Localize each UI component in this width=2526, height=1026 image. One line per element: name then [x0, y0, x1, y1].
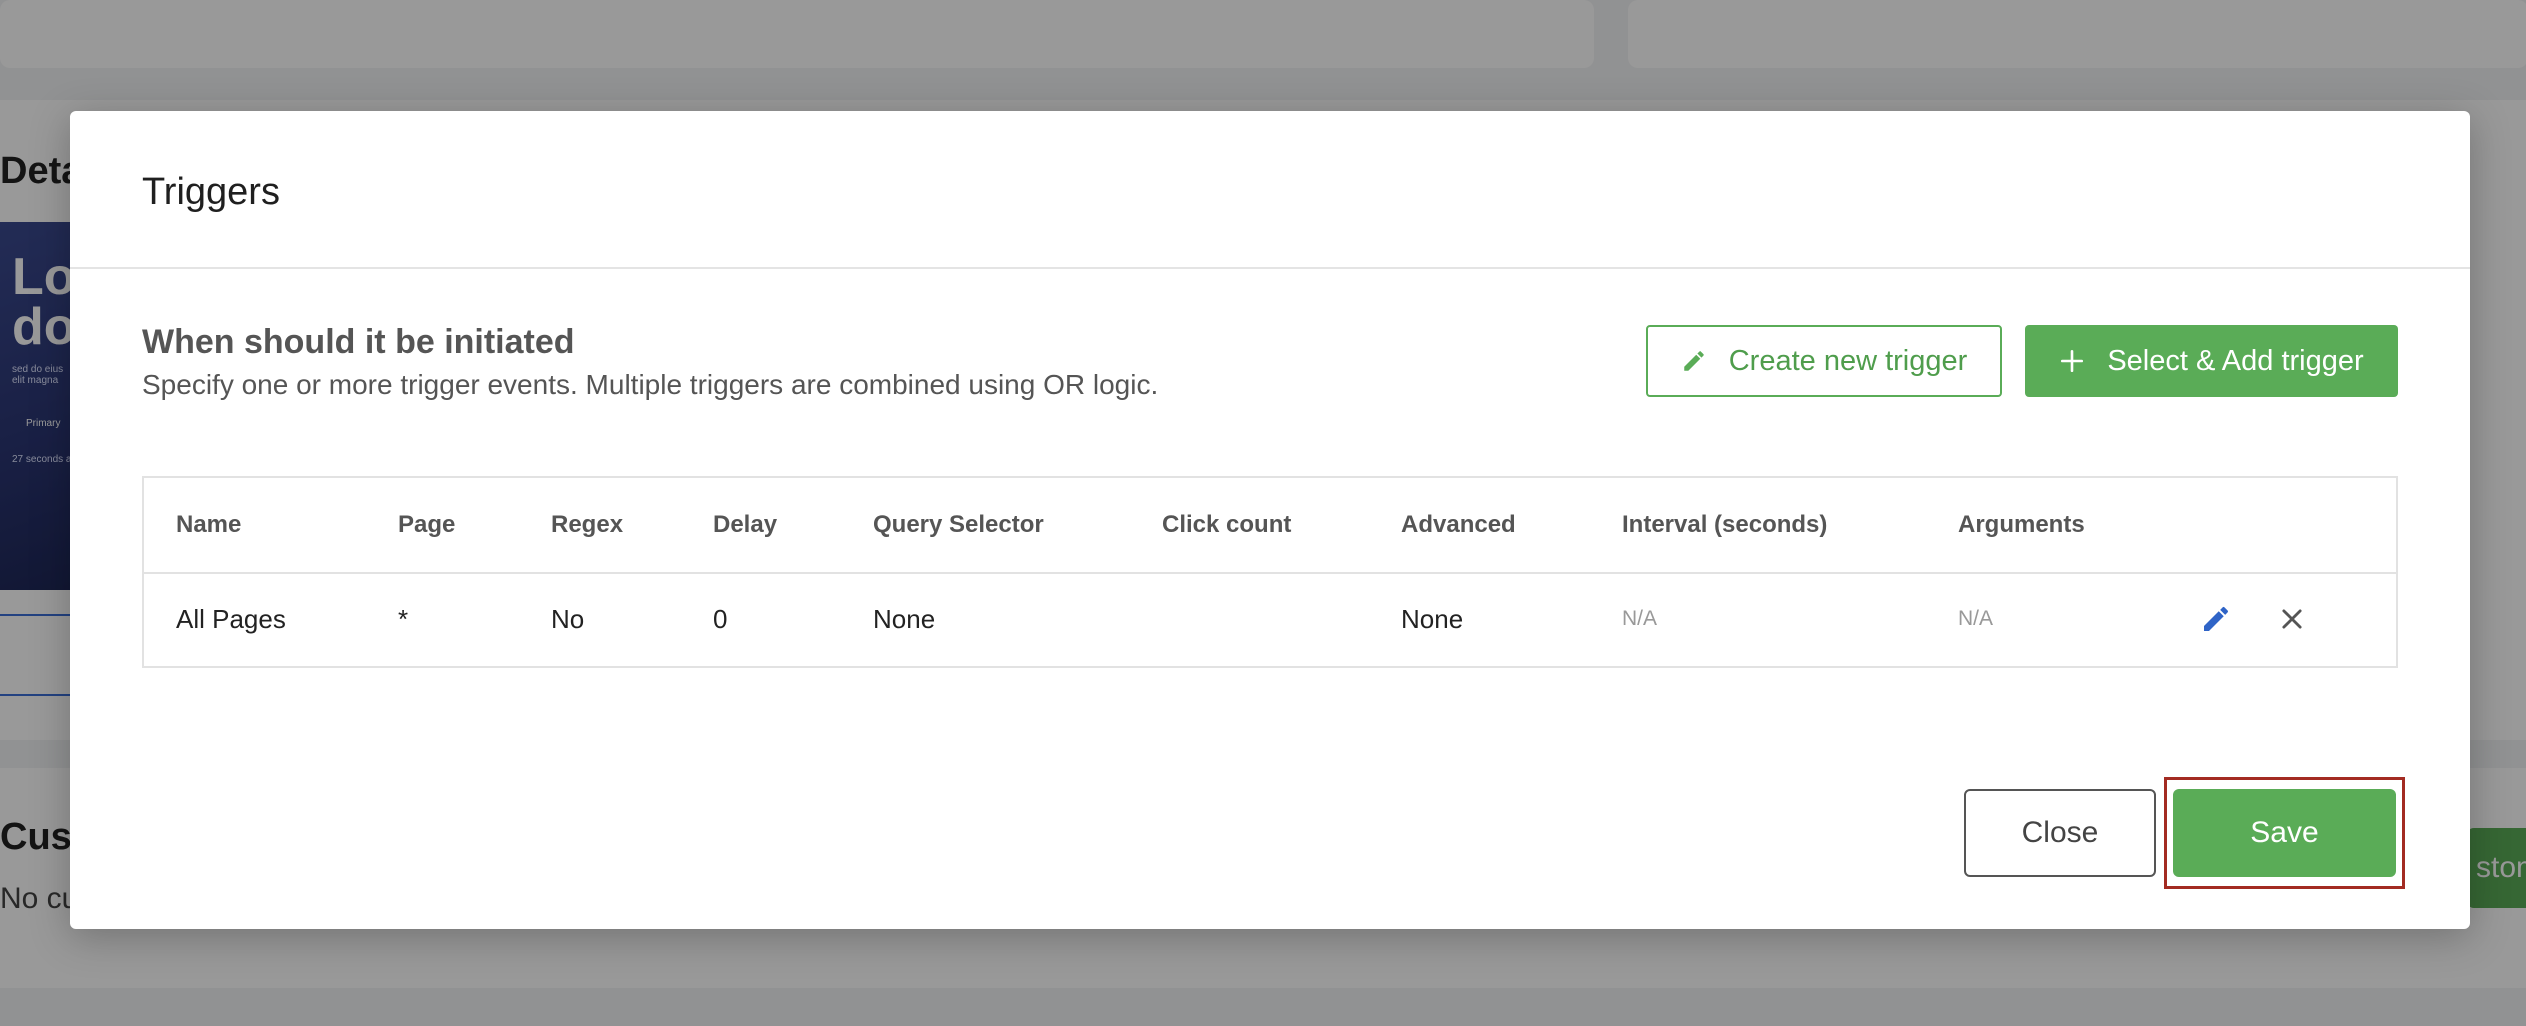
section-description: Specify one or more trigger events. Mult…: [142, 369, 1159, 400]
column-header-query-selector: Query Selector: [873, 511, 1044, 538]
column-header-name: Name: [176, 511, 242, 538]
modal-header: Triggers: [70, 111, 2470, 269]
column-header-click-count: Click count: [1162, 511, 1292, 538]
column-header-arguments: Arguments: [1958, 511, 2085, 538]
column-header-interval: Interval (seconds): [1622, 511, 1828, 538]
create-new-trigger-label: Create new trigger: [1728, 344, 1968, 377]
column-header-regex: Regex: [551, 511, 624, 538]
cell-arguments: N/A: [1958, 607, 1994, 630]
close-icon[interactable]: [2278, 572, 2306, 666]
pencil-icon: [1681, 348, 1707, 374]
column-header-advanced: Advanced: [1401, 511, 1516, 538]
create-new-trigger-button[interactable]: Create new trigger: [1646, 325, 2002, 397]
cell-page: *: [398, 603, 409, 634]
triggers-modal: Triggers When should it be initiated Spe…: [70, 111, 2470, 929]
save-button[interactable]: Save: [2173, 789, 2396, 877]
cell-query-selector: None: [873, 603, 936, 634]
section-title: When should it be initiated: [142, 323, 575, 361]
column-header-page: Page: [398, 511, 456, 538]
triggers-table: Name Page Regex Delay Query Selector Cli…: [142, 476, 2398, 668]
cell-advanced: None: [1401, 603, 1464, 634]
modal-title: Triggers: [142, 171, 280, 213]
select-add-trigger-button[interactable]: Select & Add trigger: [2025, 325, 2398, 397]
plus-icon: [2059, 348, 2085, 374]
cell-regex: No: [551, 603, 585, 634]
table-row: All Pages * No 0 None None N/A N/A: [144, 572, 2396, 666]
close-button[interactable]: Close: [1964, 789, 2156, 877]
cell-interval: N/A: [1622, 607, 1658, 630]
column-header-delay: Delay: [713, 511, 778, 538]
pencil-icon[interactable]: [2200, 572, 2232, 666]
table-header-row: Name Page Regex Delay Query Selector Cli…: [144, 478, 2396, 574]
select-add-trigger-label: Select & Add trigger: [2107, 344, 2364, 377]
cell-name: All Pages: [176, 603, 286, 634]
cell-delay: 0: [713, 603, 728, 634]
